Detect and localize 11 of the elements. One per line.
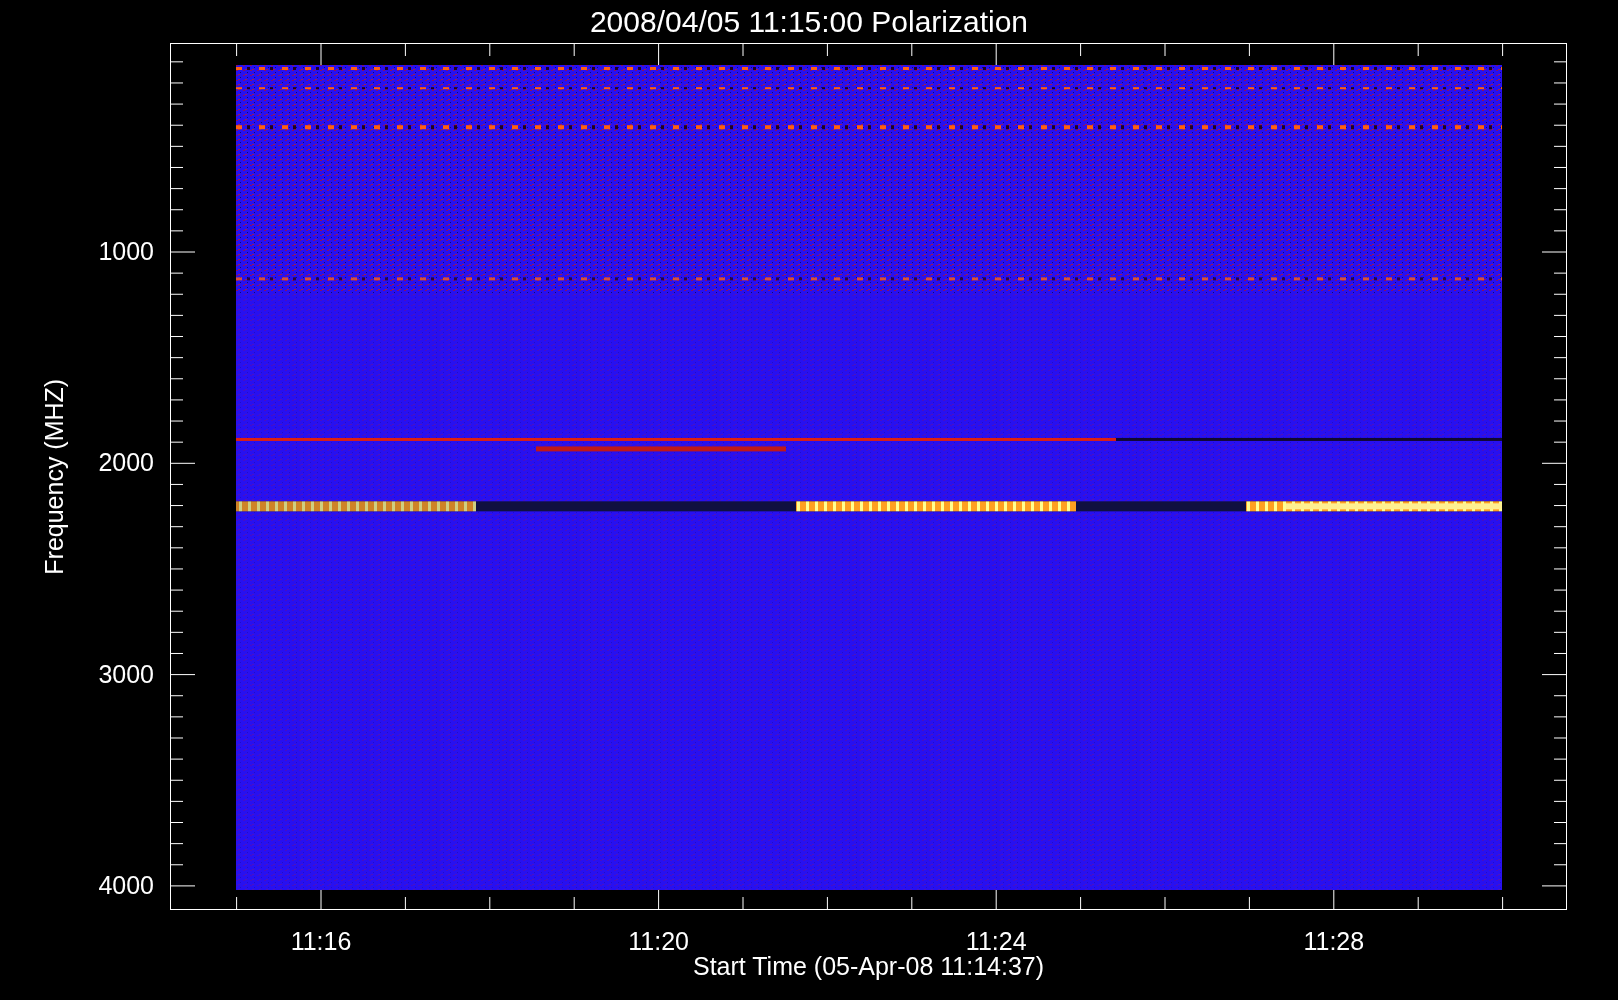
x-tick-label: 11:16 [290, 929, 352, 954]
y-tick-label: 1000 [98, 239, 154, 264]
y-axis-label: Frequency (MHZ) [39, 378, 70, 575]
x-tick-label: 11:28 [1303, 929, 1365, 954]
y-tick-label: 2000 [98, 450, 154, 476]
x-tick-label: 11:24 [965, 929, 1027, 954]
x-tick-label: 11:20 [628, 929, 689, 954]
x-axis-label: Start Time (05-Apr-08 11:14:37) [692, 954, 1045, 979]
y-tick-label: 3000 [98, 661, 154, 687]
chart-title: 2008/04/05 11:15:00 Polarization [589, 6, 1029, 37]
y-tick-label: 4000 [98, 872, 154, 898]
